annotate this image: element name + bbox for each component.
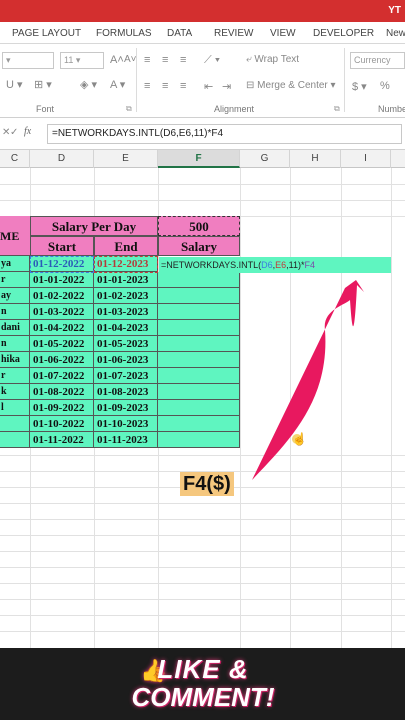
like-comment-banner[interactable]: LIKE & COMMENT! <box>118 655 288 711</box>
shortcut-hint-label: F4($) <box>180 472 234 496</box>
cta-line-2: COMMENT! <box>131 682 275 712</box>
arrow-shape <box>252 280 364 480</box>
cta-line-1: LIKE & <box>157 654 249 684</box>
hand-cursor-icon: ☝ <box>292 432 307 446</box>
annotation-arrow <box>252 280 364 480</box>
